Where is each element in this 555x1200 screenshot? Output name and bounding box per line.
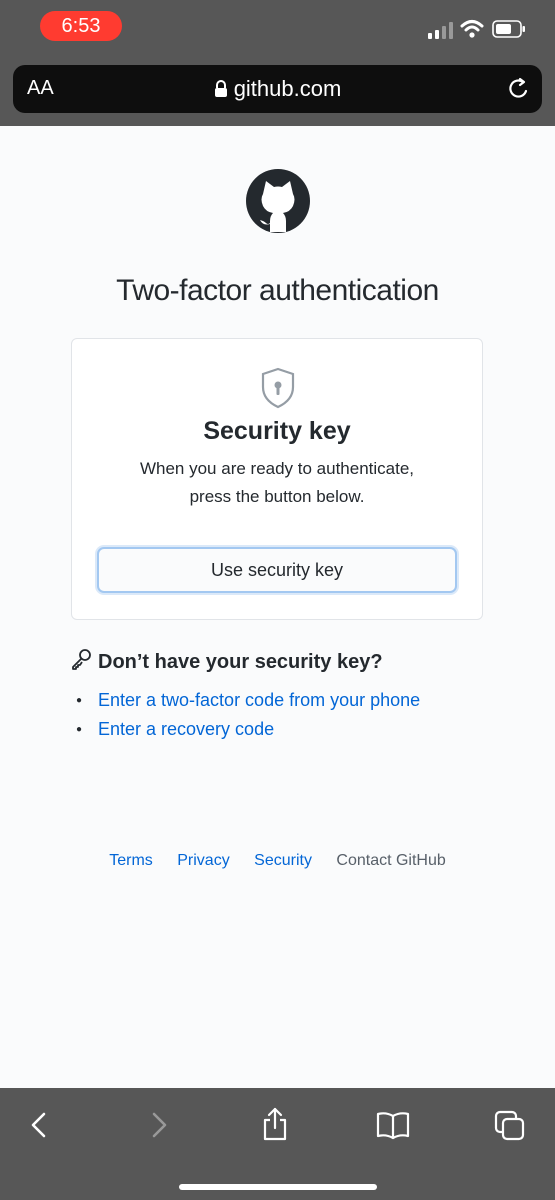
- key-icon: [72, 649, 91, 670]
- page-title: Two-factor authentication: [116, 274, 439, 307]
- no-key-heading: Don’t have your security key?: [70, 648, 383, 674]
- shield-icon: [261, 367, 295, 409]
- two-factor-code-link[interactable]: Enter a two-factor code from your phone: [76, 686, 420, 715]
- card-heading: Security key: [203, 417, 351, 445]
- footer-security-link[interactable]: Security: [254, 852, 312, 869]
- tabs-icon[interactable]: [494, 1110, 526, 1142]
- card-description-line2: press the button below.: [189, 487, 365, 506]
- recovery-code-link[interactable]: Enter a recovery code: [76, 715, 420, 744]
- card-description: When you are ready to authenticate, pres…: [72, 455, 482, 511]
- footer-privacy-link[interactable]: Privacy: [177, 852, 229, 869]
- home-indicator[interactable]: [179, 1184, 377, 1190]
- no-key-heading-text: Don’t have your security key?: [98, 651, 383, 673]
- security-key-card: Security key When you are ready to authe…: [71, 338, 483, 620]
- battery-icon: [492, 20, 525, 38]
- status-time: 6:53: [40, 11, 122, 41]
- back-icon[interactable]: [28, 1110, 50, 1140]
- use-security-key-button[interactable]: Use security key: [97, 547, 457, 593]
- reload-icon[interactable]: [508, 77, 530, 101]
- browser-toolbar: [0, 1088, 555, 1200]
- alternatives-list: Enter a two-factor code from your phone …: [76, 686, 420, 744]
- footer-links: Terms Privacy Security Contact GitHub: [0, 852, 555, 870]
- footer-terms-link[interactable]: Terms: [109, 852, 153, 869]
- forward-icon[interactable]: [148, 1110, 170, 1140]
- status-bar: 6:53: [0, 0, 555, 60]
- page-content: Two-factor authentication Security key W…: [0, 126, 555, 1088]
- lock-icon: [214, 80, 227, 97]
- footer-contact-link[interactable]: Contact GitHub: [336, 852, 445, 869]
- github-logo-icon[interactable]: [245, 168, 311, 234]
- browser-address-bar: AA github.com: [0, 60, 555, 126]
- url-text: github.com: [233, 76, 342, 101]
- share-icon[interactable]: [261, 1106, 289, 1142]
- cellular-signal-icon: [428, 22, 453, 39]
- url-field[interactable]: AA github.com: [13, 65, 542, 113]
- bookmarks-icon[interactable]: [376, 1110, 410, 1140]
- wifi-icon: [460, 20, 484, 38]
- card-description-line1: When you are ready to authenticate,: [139, 459, 415, 478]
